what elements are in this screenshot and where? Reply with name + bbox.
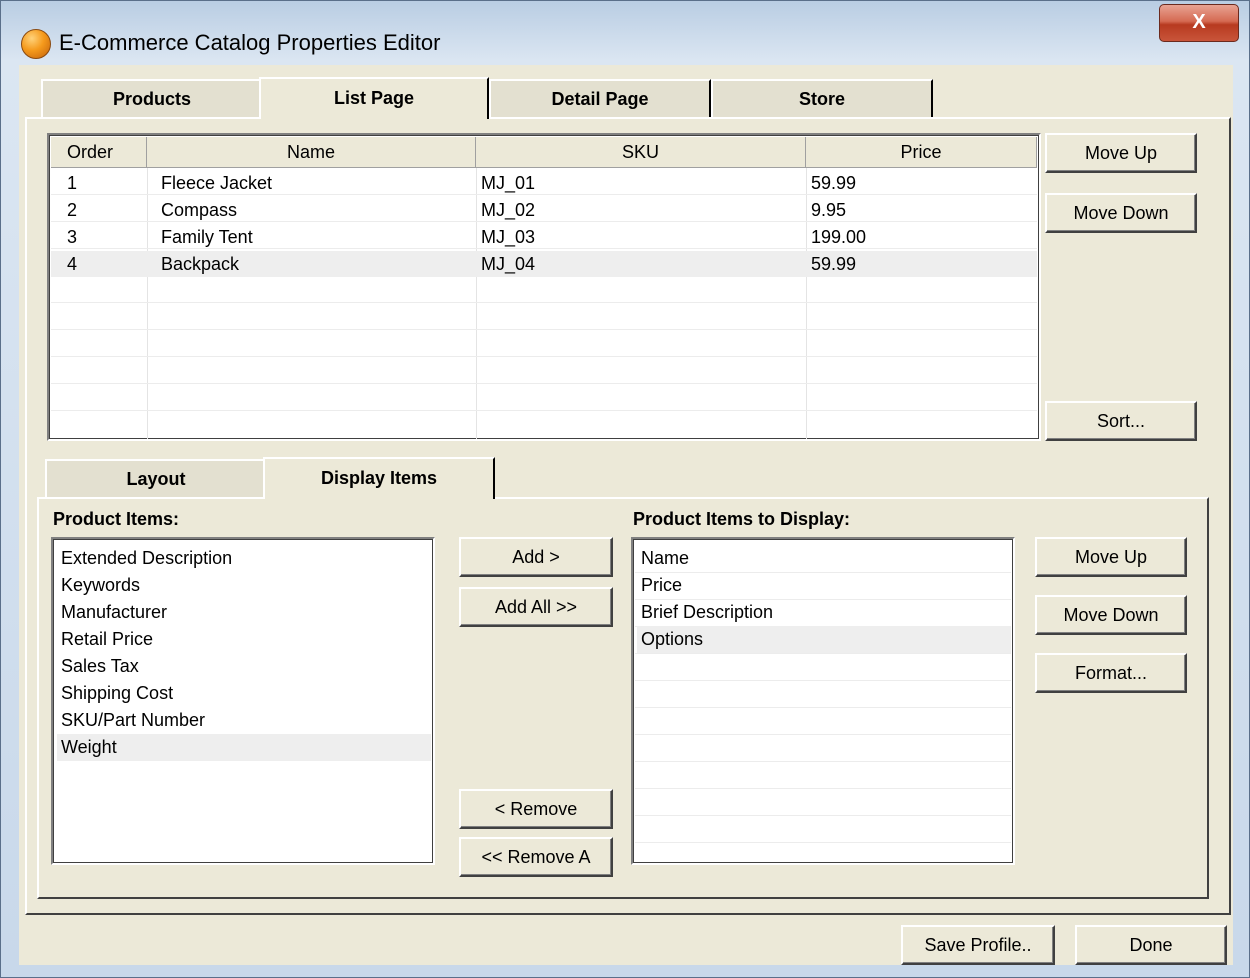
cell-price: 9.95 (811, 200, 847, 220)
cell-order: 1 (67, 173, 78, 193)
tab-layout[interactable]: Layout (45, 459, 265, 497)
grid-line (51, 383, 1037, 384)
cell-sku: MJ_04 (481, 254, 536, 274)
display-items-listbox[interactable]: Name Price Brief Description Options (631, 537, 1015, 865)
cell-name: Family Tent (161, 227, 253, 247)
cell-price: 59.99 (811, 173, 857, 193)
add-all-button[interactable]: Add All >> (459, 587, 613, 627)
grid-line (51, 302, 1037, 303)
list-item-selected[interactable]: Weight (57, 734, 431, 761)
table-row[interactable]: 1 Fleece Jacket MJ_01 59.99 (51, 170, 1037, 196)
list-item-selected[interactable]: Options (637, 626, 1011, 653)
column-header-name[interactable]: Name (147, 137, 476, 167)
list-line (635, 653, 1011, 654)
grid-move-up-button[interactable]: Move Up (1045, 133, 1197, 173)
cell-price: 199.00 (811, 227, 867, 247)
list-item[interactable]: Retail Price (61, 626, 427, 653)
save-profile-button[interactable]: Save Profile.. (901, 925, 1055, 965)
column-header-order[interactable]: Order (51, 137, 147, 167)
title-bar[interactable]: E-Commerce Catalog Properties Editor X (1, 1, 1249, 61)
column-header-sku[interactable]: SKU (476, 137, 806, 167)
app-icon (21, 29, 51, 59)
cell-order: 2 (67, 200, 78, 220)
cell-order: 4 (67, 254, 78, 274)
tab-display-items[interactable]: Display Items (263, 457, 495, 499)
tab-detail-page[interactable]: Detail Page (489, 79, 711, 117)
tab-products[interactable]: Products (41, 79, 261, 117)
table-row[interactable]: 2 Compass MJ_02 9.95 (51, 197, 1037, 223)
list-item[interactable]: Price (641, 572, 1007, 599)
cell-sku: MJ_03 (481, 227, 536, 247)
product-items-listbox[interactable]: Extended Description Keywords Manufactur… (51, 537, 435, 865)
sort-button[interactable]: Sort... (1045, 401, 1197, 441)
format-button[interactable]: Format... (1035, 653, 1187, 693)
cell-name: Compass (161, 200, 238, 220)
product-items-label: Product Items: (53, 509, 180, 529)
remove-all-button[interactable]: << Remove A (459, 837, 613, 877)
grid-line (51, 356, 1037, 357)
list-item[interactable]: Extended Description (61, 545, 427, 572)
display-items-label: Product Items to Display: (633, 509, 851, 529)
grid-line (51, 410, 1037, 411)
grid-header: Order Name SKU Price (51, 137, 1037, 168)
window-title: E-Commerce Catalog Properties Editor (59, 30, 441, 55)
list-line (635, 680, 1011, 681)
column-header-price[interactable]: Price (806, 137, 1037, 167)
list-item[interactable]: Manufacturer (61, 599, 427, 626)
cell-sku: MJ_02 (481, 200, 536, 220)
done-button[interactable]: Done (1075, 925, 1227, 965)
cell-name: Backpack (161, 254, 240, 274)
table-row[interactable]: 3 Family Tent MJ_03 199.00 (51, 224, 1037, 250)
list-item[interactable]: Name (641, 545, 1007, 572)
app-window: E-Commerce Catalog Properties Editor X P… (0, 0, 1250, 978)
display-items-panel: Product Items: Extended Description Keyw… (37, 497, 1209, 899)
list-item[interactable]: Shipping Cost (61, 680, 427, 707)
display-move-up-button[interactable]: Move Up (1035, 537, 1187, 577)
list-line (635, 788, 1011, 789)
list-item[interactable]: Brief Description (641, 599, 1007, 626)
grid-line (51, 329, 1037, 330)
display-move-down-button[interactable]: Move Down (1035, 595, 1187, 635)
list-line (635, 842, 1011, 843)
cell-order: 3 (67, 227, 78, 247)
tab-store[interactable]: Store (711, 79, 933, 117)
grid-move-down-button[interactable]: Move Down (1045, 193, 1197, 233)
list-page-panel: Order Name SKU Price 1 Fleece Jacket MJ_… (25, 117, 1231, 915)
list-item[interactable]: Keywords (61, 572, 427, 599)
tab-list-page[interactable]: List Page (259, 77, 489, 119)
list-line (635, 815, 1011, 816)
list-line (635, 761, 1011, 762)
list-line (635, 734, 1011, 735)
products-grid[interactable]: Order Name SKU Price 1 Fleece Jacket MJ_… (47, 133, 1041, 441)
cell-price: 59.99 (811, 254, 857, 274)
list-item[interactable]: SKU/Part Number (61, 707, 427, 734)
list-line (635, 707, 1011, 708)
list-item[interactable]: Sales Tax (61, 653, 427, 680)
remove-button[interactable]: < Remove (459, 789, 613, 829)
table-row-selected[interactable]: 4 Backpack MJ_04 59.99 (51, 251, 1037, 277)
add-button[interactable]: Add > (459, 537, 613, 577)
close-button[interactable]: X (1159, 4, 1239, 42)
cell-sku: MJ_01 (481, 173, 536, 193)
dialog-client-area: Products List Page Detail Page Store Ord… (19, 65, 1233, 965)
cell-name: Fleece Jacket (161, 173, 273, 193)
